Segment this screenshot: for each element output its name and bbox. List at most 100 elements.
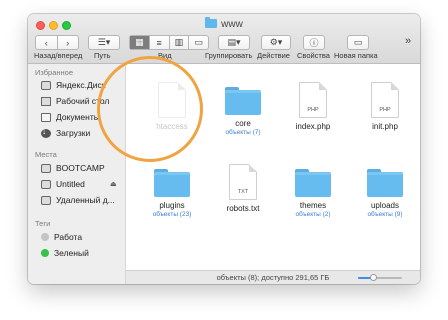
new-folder-label: Новая папка: [334, 51, 378, 60]
disk-icon: [41, 179, 51, 189]
gallery-view-button[interactable]: ▭: [188, 36, 208, 49]
back-button[interactable]: ‹: [36, 36, 57, 49]
gallery-icon: ▭: [194, 37, 203, 47]
icon-view-button[interactable]: ▦: [130, 36, 149, 49]
sidebar-item-tag-green[interactable]: Зеленый: [28, 246, 126, 260]
folder-item-core[interactable]: core объекты (7): [210, 82, 276, 136]
sidebar-item-label: Рабочий стол: [56, 96, 110, 106]
status-bar: объекты (8); доступно 291,65 ГБ: [126, 270, 420, 284]
folder-icon: [295, 169, 331, 197]
folder-item-count: объекты (2): [295, 211, 331, 218]
folder-icon: [225, 87, 261, 115]
file-ext-label: TXT: [237, 189, 249, 195]
document-icon: [158, 82, 186, 118]
grid-icon: ▦: [135, 37, 144, 47]
places-header: Места: [35, 150, 57, 159]
remote-disk-icon: [41, 195, 51, 205]
new-folder-button[interactable]: ▭: [347, 35, 369, 50]
icon-size-slider[interactable]: [358, 274, 402, 281]
folder-icon: [367, 169, 403, 197]
file-ext-label: PHP: [307, 107, 319, 113]
file-name: uploads: [370, 201, 400, 210]
sidebar-item-label: Работа: [54, 232, 83, 242]
sidebar-item-label: Удаленный д...: [56, 195, 115, 205]
sidebar-item-bootcamp[interactable]: BOOTCAMP: [28, 161, 126, 175]
sidebar: Избранное Яндекс.Диск Рабочий стол Докум…: [28, 64, 126, 284]
sidebar-item-untitled[interactable]: Untitled ⏏: [28, 177, 126, 191]
props-label: Свойства: [297, 51, 330, 60]
path-button[interactable]: ☰▾: [88, 35, 120, 50]
file-name: robots.txt: [226, 204, 260, 213]
tag-color-dot-icon: [41, 249, 49, 257]
sidebar-item-label: Untitled: [56, 179, 85, 189]
desktop-icon: [41, 96, 51, 106]
nav-label: Назад/вперед: [34, 51, 83, 60]
folder-item-count: объекты (9): [367, 211, 403, 218]
file-item-htaccess[interactable]: htaccess: [139, 82, 205, 131]
status-text: объекты (8); доступно 291,65 ГБ: [216, 273, 330, 282]
sidebar-item-label: Загрузки: [56, 128, 91, 138]
column-view-button[interactable]: ▥: [168, 36, 189, 49]
file-name: plugins: [159, 201, 185, 210]
window-title-text: www: [221, 19, 243, 30]
columns-icon: ▥: [174, 37, 184, 47]
sidebar-item-tag-work[interactable]: Работа: [28, 230, 126, 244]
folder-item-count: объекты (23): [152, 211, 192, 218]
file-item-index-php[interactable]: PHP index.php: [280, 82, 346, 131]
file-name: htaccess: [156, 122, 188, 131]
php-file-icon: PHP: [299, 82, 327, 118]
view-segmented-control: ▦ ≡ ▥ ▭: [129, 35, 209, 50]
toolbar: www ‹ › Назад/вперед ☰▾ Путь ▦ ≡ ▥ ▭ Вид…: [28, 14, 420, 64]
file-name: core: [235, 119, 251, 128]
eject-icon[interactable]: ⏏: [110, 180, 117, 188]
sidebar-item-label: Яндекс.Диск: [56, 80, 106, 90]
group-icon: ▤▾: [227, 37, 241, 47]
sidebar-item-downloads[interactable]: Загрузки: [28, 126, 126, 140]
downloads-icon: [41, 127, 51, 138]
window-title: www: [28, 17, 420, 30]
file-name: index.php: [295, 122, 331, 131]
folder-item-themes[interactable]: themes объекты (2): [280, 164, 346, 218]
gear-icon: ⚙▾: [269, 37, 283, 47]
sidebar-item-remote-disk[interactable]: Удаленный д...: [28, 193, 126, 207]
forward-button[interactable]: ›: [56, 36, 79, 49]
drive-icon: [41, 80, 51, 90]
tags-header: Теги: [35, 219, 51, 228]
file-ext-label: PHP: [379, 107, 391, 113]
group-label: Группировать: [205, 51, 253, 60]
favorites-header: Избранное: [35, 68, 74, 77]
folder-icon: [154, 169, 190, 197]
group-button[interactable]: ▤▾: [218, 35, 250, 50]
folder-item-plugins[interactable]: plugins объекты (23): [139, 164, 205, 218]
file-item-init-php[interactable]: PHP init.php: [352, 82, 418, 131]
sidebar-item-desktop[interactable]: Рабочий стол: [28, 94, 126, 108]
file-name: themes: [299, 201, 327, 210]
new-folder-icon: ▭: [353, 37, 363, 47]
list-view-button[interactable]: ≡: [148, 36, 169, 49]
disk-icon: [41, 163, 51, 173]
nav-button-group: ‹ ›: [35, 35, 79, 50]
list-icon: ≡: [156, 37, 162, 48]
action-label: Действие: [257, 51, 290, 60]
path-list-icon: ☰▾: [97, 37, 111, 47]
folder-item-uploads[interactable]: uploads объекты (9): [352, 164, 418, 218]
tag-color-dot-icon: [41, 233, 49, 241]
txt-file-icon: TXT: [229, 164, 257, 200]
view-label: Вид: [158, 51, 172, 60]
sidebar-item-documents[interactable]: Документы: [28, 110, 126, 124]
toolbar-overflow-button[interactable]: »: [405, 35, 411, 47]
folder-item-count: объекты (7): [225, 129, 261, 136]
documents-icon: [41, 112, 51, 122]
slider-thumb[interactable]: [369, 274, 377, 281]
folder-icon: [205, 17, 218, 28]
finder-window: www ‹ › Назад/вперед ☰▾ Путь ▦ ≡ ▥ ▭ Вид…: [28, 14, 420, 284]
sidebar-item-yandex-disk[interactable]: Яндекс.Диск: [28, 78, 126, 92]
info-icon: ⓘ: [309, 38, 319, 48]
action-button[interactable]: ⚙▾: [261, 35, 291, 50]
sidebar-item-label: Документы: [56, 112, 100, 122]
file-item-robots-txt[interactable]: TXT robots.txt: [210, 164, 276, 213]
file-grid: htaccess core объекты (7) PHP index.php …: [126, 64, 420, 270]
info-button[interactable]: ⓘ: [303, 35, 325, 50]
chevron-right-icon: ›: [66, 37, 70, 48]
path-label: Путь: [94, 51, 111, 60]
